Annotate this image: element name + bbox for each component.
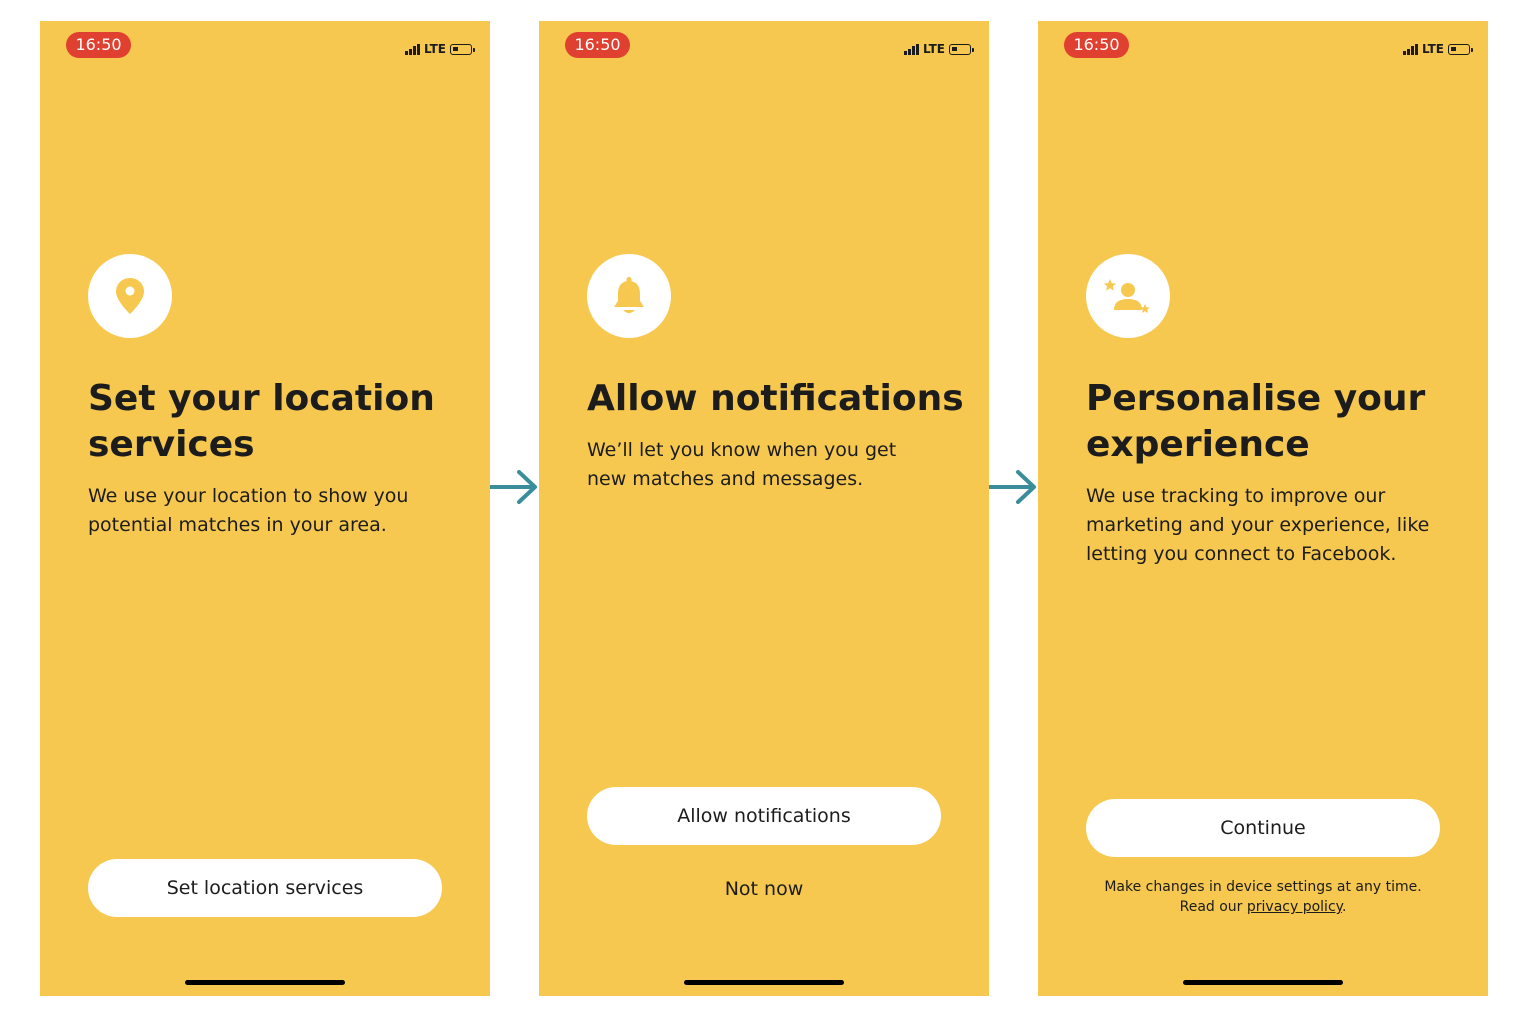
status-time: 16:50	[1064, 32, 1129, 58]
home-indicator[interactable]	[1183, 980, 1343, 985]
footnote-prefix: Read our	[1179, 899, 1247, 915]
page-title: Set your location services	[88, 378, 435, 465]
flow-arrow-icon	[989, 470, 1036, 504]
signal-icon	[1402, 43, 1418, 55]
status-indicators: LTE	[1402, 41, 1473, 57]
flow-arrow-icon	[490, 470, 537, 504]
battery-icon	[1448, 43, 1473, 55]
continue-button[interactable]: Continue	[1086, 799, 1440, 857]
network-label: LTE	[423, 42, 446, 56]
page-description: We’ll let you know when you get new matc…	[587, 439, 897, 490]
network-label: LTE	[922, 42, 945, 56]
footnote-line: Make changes in device settings at any t…	[1104, 879, 1422, 895]
status-time: 16:50	[66, 32, 131, 58]
status-indicators: LTE	[903, 41, 974, 57]
footnote-suffix: .	[1341, 899, 1347, 915]
signal-icon	[903, 43, 919, 55]
battery-icon	[450, 43, 475, 55]
status-indicators: LTE	[404, 41, 475, 57]
location-screen: 16:50 LTE Set your location services We …	[40, 21, 490, 996]
battery-icon	[949, 43, 974, 55]
home-indicator[interactable]	[185, 980, 345, 985]
settings-footnote: Make changes in device settings at any t…	[1068, 877, 1458, 917]
not-now-button[interactable]: Not now	[587, 877, 941, 901]
person-stars-icon	[1086, 254, 1170, 338]
status-time: 16:50	[565, 32, 630, 58]
personalise-screen: 16:50 LTE Personalise your experience We…	[1038, 21, 1488, 996]
bell-icon	[587, 254, 671, 338]
network-label: LTE	[1421, 42, 1444, 56]
notifications-screen: 16:50 LTE Allow notifications We’ll let …	[539, 21, 989, 996]
privacy-policy-link[interactable]: privacy policy	[1247, 899, 1342, 915]
signal-icon	[404, 43, 420, 55]
page-description: We use your location to show you potenti…	[88, 485, 409, 536]
allow-notifications-button[interactable]: Allow notifications	[587, 787, 941, 845]
page-description: We use tracking to improve our marketing…	[1086, 485, 1430, 565]
home-indicator[interactable]	[684, 980, 844, 985]
page-title: Personalise your experience	[1086, 378, 1426, 465]
set-location-services-button[interactable]: Set location services	[88, 859, 442, 917]
footnote-privacy-line: Read our privacy policy.	[1068, 897, 1458, 917]
page-title: Allow notifications	[587, 378, 964, 419]
location-pin-icon	[88, 254, 172, 338]
